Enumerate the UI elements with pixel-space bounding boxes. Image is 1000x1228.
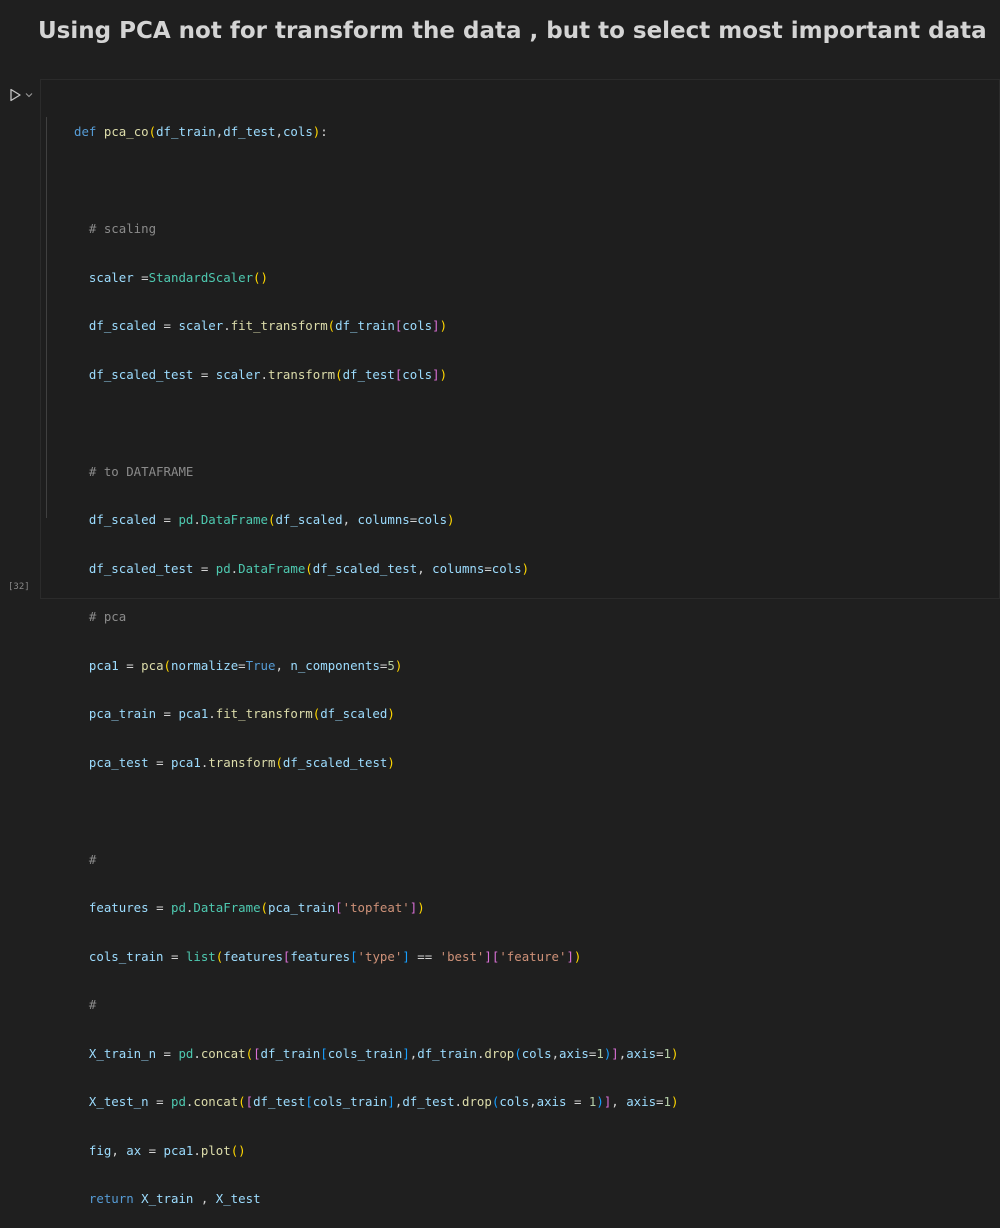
code-line: df_scaled_test = pd.DataFrame(df_scaled_… xyxy=(88,560,530,576)
code-line: df_scaled = scaler.fit_transform(df_trai… xyxy=(88,318,448,333)
code-line: X_train_n = pd.concat([df_train[cols_tra… xyxy=(88,1045,679,1061)
play-icon[interactable] xyxy=(8,88,22,102)
code-line: return X_train , X_test xyxy=(88,1191,261,1206)
code-editor[interactable]: def pca_co(df_train,df_test,cols): # sca… xyxy=(40,79,1000,1206)
code-line: # pca xyxy=(88,609,127,624)
code-line: fig, ax = pca1.plot() xyxy=(88,1142,246,1158)
code-line: df_scaled_test = scaler.transform(df_tes… xyxy=(88,366,448,382)
code-line: df_scaled = pd.DataFrame(df_scaled, colu… xyxy=(88,512,455,527)
code-line: pca_train = pca1.fit_transform(df_scaled… xyxy=(88,706,395,721)
code-line: def pca_co(df_train,df_test,cols): xyxy=(74,124,328,139)
code-line: features = pd.DataFrame(pca_train['topfe… xyxy=(88,900,425,915)
indent-guide xyxy=(46,117,47,518)
run-cell-button[interactable] xyxy=(8,85,38,105)
code-cell[interactable]: def pca_co(df_train,df_test,cols): # sca… xyxy=(0,79,1000,1206)
code-line: pca_test = pca1.transform(df_scaled_test… xyxy=(88,754,395,770)
code-line: scaler =StandardScaler() xyxy=(88,269,268,285)
code-line: X_test_n = pd.concat([df_test[cols_train… xyxy=(88,1094,679,1109)
markdown-heading: Using PCA not for transform the data , b… xyxy=(38,18,987,44)
execution-count: [32] xyxy=(8,582,30,592)
chevron-down-icon[interactable] xyxy=(24,90,34,100)
code-line: # to DATAFRAME xyxy=(88,463,194,479)
code-line: # scaling xyxy=(88,221,157,236)
code-block[interactable]: def pca_co(df_train,df_test,cols): # sca… xyxy=(74,93,678,1228)
code-line: # xyxy=(88,851,97,867)
code-line: pca1 = pca(normalize=True, n_components=… xyxy=(88,657,403,673)
code-line: cols_train = list(features[features['typ… xyxy=(88,948,582,964)
code-line: # xyxy=(88,997,97,1012)
